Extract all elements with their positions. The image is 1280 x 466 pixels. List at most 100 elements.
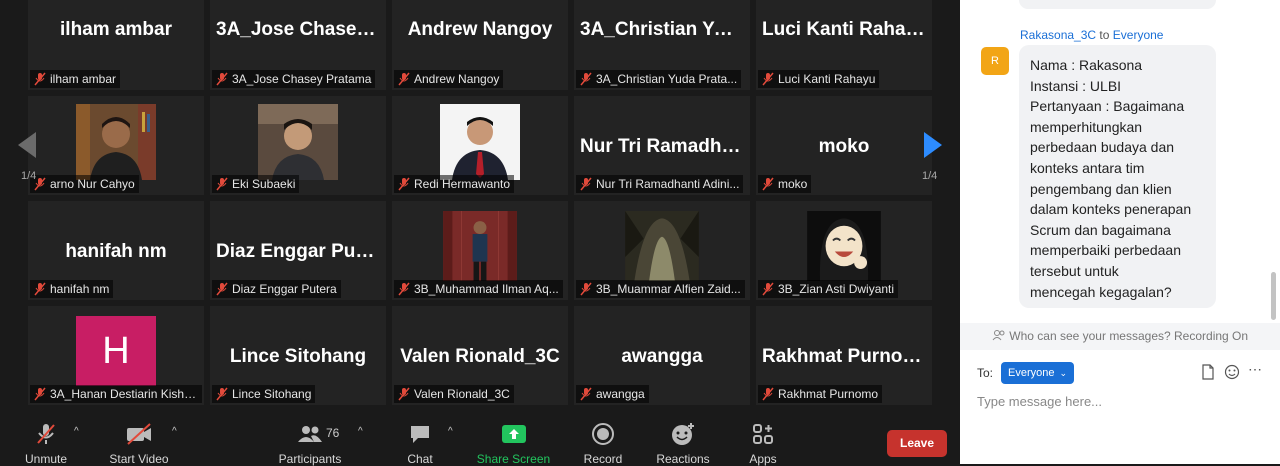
participant-label-text: Valen Rionald_3C: [414, 387, 510, 401]
participant-label-text: Andrew Nangoy: [414, 72, 500, 86]
participant-label-text: Redi Hermawanto: [414, 177, 511, 191]
video-tile[interactable]: hanifah nm hanifah nm: [28, 201, 204, 300]
participant-label-text: Rakhmat Purnomo: [778, 387, 879, 401]
unmute-button[interactable]: Unmute: [22, 422, 70, 466]
video-tile[interactable]: Andrew Nangoy Andrew Nangoy: [392, 0, 568, 90]
video-options-caret[interactable]: ^: [172, 426, 177, 437]
more-options-icon[interactable]: ⋯: [1248, 361, 1262, 378]
participant-label: ilham ambar: [30, 70, 121, 88]
participants-options-caret[interactable]: ^: [358, 426, 363, 437]
participant-label: Redi Hermawanto: [394, 175, 515, 193]
participant-label: arno Nur Cahyo: [30, 175, 139, 193]
participant-name: Andrew Nangoy: [407, 19, 553, 40]
video-tile[interactable]: Eki Subaeki: [210, 96, 386, 195]
participant-name: Nur Tri Ramadhanti Adiningsih: [580, 136, 750, 157]
participant-name: awangga: [621, 346, 703, 367]
sender-avatar: R: [981, 47, 1009, 75]
sender-name[interactable]: Rakasona_3C: [1020, 28, 1096, 42]
start-video-button[interactable]: Start Video: [104, 422, 174, 466]
video-tile[interactable]: Luci Kanti Rahayu Luci Kanti Rahayu: [756, 0, 932, 90]
participants-count: 76: [326, 426, 340, 440]
participant-label-text: 3B_Muhammad Ilman Aq...: [414, 282, 559, 296]
participant-label: 3A_Hanan Destiarin Kishe...: [30, 385, 202, 403]
muted-mic-icon: [398, 387, 410, 401]
chat-button[interactable]: Chat: [400, 422, 440, 466]
to-word: to: [1099, 28, 1110, 42]
muted-mic-icon: [216, 282, 228, 296]
video-tile[interactable]: 3B_Zian Asti Dwiyanti: [756, 201, 932, 300]
video-tile[interactable]: Nur Tri Ramadhanti Adiningsih Nur Tri Ra…: [574, 96, 750, 195]
emoji-icon[interactable]: [1224, 364, 1240, 383]
participant-video-image: [625, 211, 699, 281]
participant-label: awangga: [576, 385, 649, 403]
participant-name: hanifah nm: [65, 241, 167, 262]
meeting-toolbar: Unmute ^ Start Video ^ Participants 76 ^…: [0, 410, 960, 466]
message-line: memperbaiki perbedaan: [1030, 242, 1181, 259]
message-line: memperhitungkan: [1030, 118, 1143, 135]
participant-label-text: ilham ambar: [50, 72, 117, 86]
video-tile[interactable]: moko moko: [756, 96, 932, 195]
reactions-button[interactable]: Reactions: [654, 422, 712, 466]
file-icon[interactable]: [1201, 364, 1215, 383]
video-tile[interactable]: Valen Rionald_3C Valen Rionald_3C: [392, 306, 568, 405]
muted-mic-icon: [580, 387, 592, 401]
participant-video-image: [807, 211, 881, 281]
participant-video-image: [258, 104, 338, 180]
participant-label: Rakhmat Purnomo: [758, 385, 883, 403]
participant-name: Lince Sitohang: [229, 346, 367, 367]
message-line: konteks antara tim: [1030, 159, 1145, 176]
muted-mic-icon: [762, 177, 774, 191]
participant-label: 3A_Jose Chasey Pratama: [212, 70, 376, 88]
participant-label: 3B_Zian Asti Dwiyanti: [758, 280, 899, 298]
record-button[interactable]: Record: [580, 422, 626, 466]
participant-label: Eki Subaeki: [212, 175, 300, 193]
participant-label-text: 3B_Muammar Alfien Zaid...: [596, 282, 741, 296]
apps-icon: [753, 424, 773, 444]
share-screen-icon: [501, 425, 526, 443]
participant-label-text: 3A_Christian Yuda Prata...: [596, 72, 738, 86]
video-gallery: ilham ambar ilham ambar 3A_Jose Chasey P…: [0, 0, 960, 410]
video-tile[interactable]: arno Nur Cahyo: [28, 96, 204, 195]
video-tile[interactable]: Lince Sitohang Lince Sitohang: [210, 306, 386, 405]
record-icon: [592, 423, 614, 445]
arrow-right-icon: [924, 132, 942, 158]
message-line: perbedaan budaya dan: [1030, 139, 1175, 156]
message-sender-line: Rakasona_3C to Everyone: [1020, 28, 1163, 42]
apps-button[interactable]: Apps: [745, 422, 781, 466]
video-tile[interactable]: 3A_Christian Yuda Pratama 3A_Christian Y…: [574, 0, 750, 90]
video-tile[interactable]: ilham ambar ilham ambar: [28, 0, 204, 90]
participant-label: hanifah nm: [30, 280, 114, 298]
muted-mic-icon: [580, 282, 592, 296]
video-tile[interactable]: 3B_Muhammad Ilman Aq...: [392, 201, 568, 300]
chevron-down-icon: ⌄: [1059, 368, 1068, 378]
share-screen-button[interactable]: Share Screen: [476, 422, 551, 466]
video-tile[interactable]: H 3A_Hanan Destiarin Kishe...: [28, 306, 204, 405]
video-tile[interactable]: 3A_Jose Chasey Pratama 3A_Jose Chasey Pr…: [210, 0, 386, 90]
video-tile[interactable]: Redi Hermawanto: [392, 96, 568, 195]
chat-options-caret[interactable]: ^: [448, 426, 453, 437]
participant-label-text: Nur Tri Ramadhanti Adini...: [596, 177, 740, 191]
muted-mic-icon: [216, 177, 228, 191]
to-label: To:: [977, 366, 994, 380]
participant-label: Nur Tri Ramadhanti Adini...: [576, 175, 744, 193]
chat-message-bubble: Nama : Rakasona Instansi : ULBI Pertanya…: [1019, 45, 1216, 308]
video-tile[interactable]: awangga awangga: [574, 306, 750, 405]
chat-icon: [411, 426, 429, 443]
muted-mic-icon: [34, 282, 46, 296]
participant-video-image: [76, 104, 156, 180]
participant-label-text: 3A_Hanan Destiarin Kishe...: [50, 387, 201, 401]
video-tile[interactable]: Diaz Enggar Putera Diaz Enggar Putera: [210, 201, 386, 300]
chat-scrollbar[interactable]: [1271, 272, 1276, 320]
recipient-dropdown[interactable]: Everyone ⌄: [1001, 362, 1074, 384]
participant-label-text: 3A_Jose Chasey Pratama: [232, 72, 372, 86]
unmute-options-caret[interactable]: ^: [74, 426, 79, 437]
message-input[interactable]: Type message here...: [977, 394, 1102, 409]
video-tile[interactable]: Rakhmat Purnomo Rakhmat Purnomo: [756, 306, 932, 405]
message-line: pengembang dan klien: [1030, 180, 1172, 197]
leave-button[interactable]: Leave: [887, 430, 947, 457]
participant-label: Luci Kanti Rahayu: [758, 70, 880, 88]
video-tile[interactable]: 3B_Muammar Alfien Zaid...: [574, 201, 750, 300]
message-line: tersebut untuk: [1030, 262, 1119, 279]
chat-visibility-info[interactable]: Who can see your messages? Recording On: [960, 323, 1280, 350]
participants-icon: [298, 426, 322, 442]
